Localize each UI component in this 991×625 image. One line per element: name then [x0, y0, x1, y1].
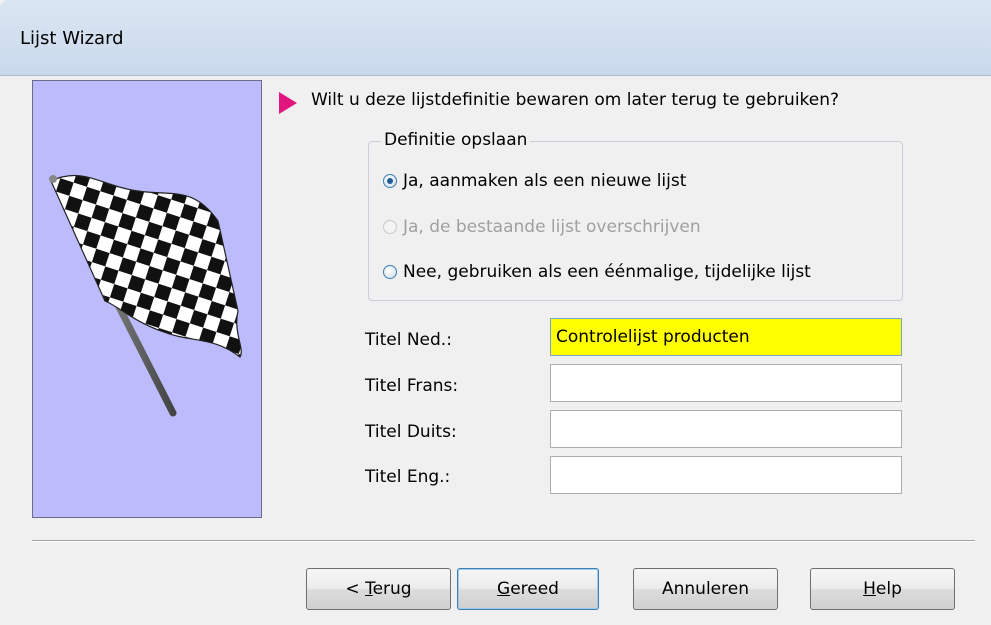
radio-button[interactable]	[383, 265, 397, 279]
back-button[interactable]: < Terug	[306, 568, 451, 610]
radio-label: Ja, de bestaande lijst overschrijven	[403, 217, 701, 237]
finish-button[interactable]: Gereed	[457, 568, 599, 610]
window-title: Lijst Wizard	[20, 28, 124, 49]
titel-frans-input[interactable]	[550, 364, 902, 402]
label-titel-ned: Titel Ned.:	[365, 330, 452, 350]
cancel-button[interactable]: Annuleren	[633, 568, 778, 610]
label-titel-eng: Titel Eng.:	[365, 467, 451, 487]
radio-label: Nee, gebruiken als een éénmalige, tijdel…	[403, 262, 811, 282]
radio-button[interactable]	[383, 220, 397, 234]
radio-button-selected[interactable]	[383, 174, 397, 188]
radio-create-new[interactable]: Ja, aanmaken als een nieuwe lijst	[383, 171, 686, 191]
title-bar: Lijst Wizard	[0, 0, 991, 76]
separator-line	[32, 540, 975, 542]
checkered-flag-icon	[49, 175, 242, 417]
label-titel-frans: Titel Frans:	[365, 376, 459, 396]
help-button[interactable]: Help	[810, 568, 955, 610]
radio-overwrite-existing[interactable]: Ja, de bestaande lijst overschrijven	[383, 217, 701, 237]
titel-eng-input[interactable]	[550, 456, 902, 494]
titel-duits-input[interactable]	[550, 410, 902, 448]
arrow-right-icon	[279, 92, 297, 114]
titel-ned-input[interactable]	[550, 318, 902, 356]
groupbox-legend: Definitie opslaan	[381, 130, 531, 150]
wizard-illustration-panel	[32, 80, 262, 518]
radio-one-time-temporary[interactable]: Nee, gebruiken als een éénmalige, tijdel…	[383, 262, 811, 282]
label-titel-duits: Titel Duits:	[365, 422, 457, 442]
radio-label: Ja, aanmaken als een nieuwe lijst	[403, 171, 687, 191]
question-text: Wilt u deze lijstdefinitie bewaren om la…	[311, 90, 840, 110]
